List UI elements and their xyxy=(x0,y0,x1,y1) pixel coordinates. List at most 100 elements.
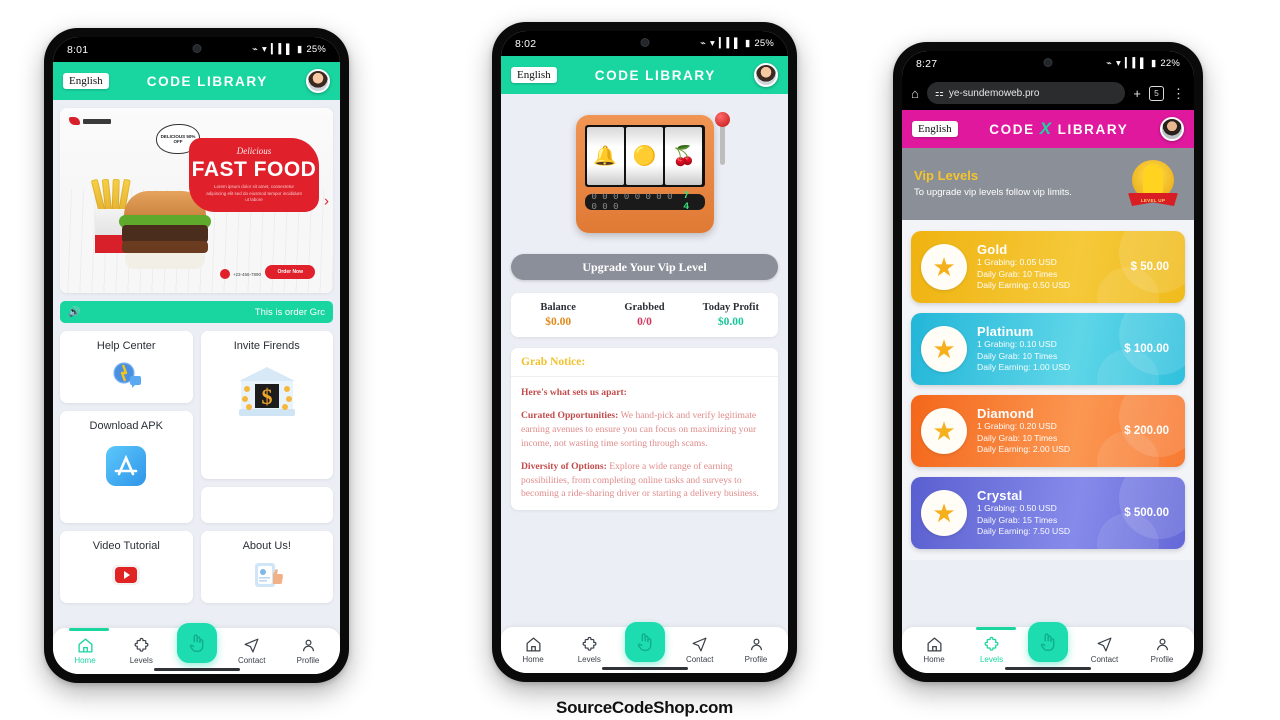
slot-counter: 0 0 0 0 0 0 0 0 0 0 0 7 4 xyxy=(584,191,705,213)
chevron-right-icon[interactable]: › xyxy=(324,192,329,209)
nav-item-home[interactable]: Home xyxy=(913,636,955,664)
slot-reels: 🔔 🟡 🍒 xyxy=(584,125,705,187)
more-vertical-icon[interactable]: ⋮ xyxy=(1172,87,1185,100)
address-bar[interactable]: ⚏ ye-sundemoweb.pro xyxy=(926,82,1126,104)
vip-level-card-gold[interactable]: ★ Gold 1 Grabing: 0.05 USD Daily Grab: 1… xyxy=(911,231,1185,303)
vip-level-card-diamond[interactable]: ★ Diamond 1 Grabing: 0.20 USD Daily Grab… xyxy=(911,395,1185,467)
status-indicators: ⌁ ▾ ▎▍▌ ▮ 25% xyxy=(700,38,774,49)
brand-text-right: LIBRARY xyxy=(197,73,268,89)
send-icon xyxy=(691,636,708,653)
puzzle-icon xyxy=(983,636,1000,653)
app-header: English CODE LIBRARY xyxy=(501,56,788,94)
phone-2-screen: 8:02 ⌁ ▾ ▎▍▌ ▮ 25% English CODE LIBRARY xyxy=(501,31,788,673)
nav-label: Profile xyxy=(1150,655,1174,664)
bluetooth-icon: ⌁ xyxy=(252,44,259,55)
stat-label: Today Profit xyxy=(702,302,759,313)
upgrade-vip-button[interactable]: Upgrade Your Vip Level xyxy=(511,254,778,280)
avatar[interactable] xyxy=(305,69,330,93)
appstore-icon xyxy=(98,438,154,494)
vip-hero: Vip Levels To upgrade vip levels follow … xyxy=(902,148,1194,220)
vip-level-card-platinum[interactable]: ★ Platinum 1 Grabing: 0.10 USD Daily Gra… xyxy=(911,313,1185,385)
plus-icon[interactable]: + xyxy=(1133,87,1141,100)
vip-grabbing: 1 Grabing: 0.10 USD xyxy=(977,338,1057,349)
phone-device-2: 8:02 ⌁ ▾ ▎▍▌ ▮ 25% English CODE LIBRARY xyxy=(487,17,802,687)
youtube-icon xyxy=(109,558,143,592)
about-card-icon xyxy=(250,558,284,592)
vip-daily-earning: Daily Earning: 7.50 USD xyxy=(977,526,1071,537)
tile-label: Invite Firends xyxy=(233,340,300,352)
stat-value: $0.00 xyxy=(545,316,572,328)
home-indicator xyxy=(153,667,240,671)
tile-video-tutorial[interactable]: Video Tutorial xyxy=(60,531,193,603)
status-bar: 8:01 ⌁ ▾ ▎▍▌ ▮ 25% xyxy=(53,37,340,62)
camera-notch xyxy=(1043,58,1053,67)
grab-fab-button[interactable] xyxy=(624,622,665,662)
wifi-icon: ▾ xyxy=(262,44,267,55)
vip-levels-list: ★ Gold 1 Grabing: 0.05 USD Daily Grab: 1… xyxy=(902,220,1194,560)
nav-item-contact[interactable]: Contact xyxy=(231,637,273,665)
notice-paragraph: Diversity of Options: Explore a wide ran… xyxy=(521,460,759,500)
nav-item-home[interactable]: Home xyxy=(64,637,106,665)
status-bar: 8:02 ⌁ ▾ ▎▍▌ ▮ 25% xyxy=(501,31,788,56)
nav-item-home[interactable]: Home xyxy=(512,636,554,664)
bottom-navigation: Home Levels Contact Profile xyxy=(501,622,788,673)
tile-about-us[interactable]: About Us! xyxy=(200,531,333,603)
slot-machine-area: 🔔 🟡 🍒 0 0 0 0 0 0 0 0 0 0 0 7 4 xyxy=(501,94,788,254)
speaker-icon: 🔊 xyxy=(68,306,81,318)
quick-links-column-right: Invite Firends $ About Us! xyxy=(200,331,333,603)
bluetooth-icon: ⌁ xyxy=(1106,58,1113,69)
nav-label: Profile xyxy=(744,655,768,664)
notice-paragraph: Curated Opportunities: We hand-pick and … xyxy=(521,409,757,449)
status-bar: 8:27 ⌁ ▾ ▎▍▌ ▮ 22% xyxy=(902,51,1194,76)
battery-percent: 25% xyxy=(754,38,774,49)
nav-label: Levels xyxy=(577,655,601,664)
banner-phone: +23-456-7890 xyxy=(219,269,261,279)
home-indicator xyxy=(1005,666,1091,670)
tile-download-apk[interactable]: Download APK xyxy=(60,411,193,523)
nav-item-contact[interactable]: Contact xyxy=(679,636,721,664)
tab-count-button[interactable]: 5 xyxy=(1149,85,1164,101)
vip-level-name: Gold xyxy=(977,241,1008,257)
vip-card-info: Crystal 1 Grabing: 0.50 USD Daily Grab: … xyxy=(977,488,1108,539)
bottom-navigation: Home Levels Contact Profile xyxy=(53,623,340,674)
app-brand: CODE LIBRARY xyxy=(147,74,268,89)
stats-card: Balance $0.00 Grabbed 0/0 Today Profit $… xyxy=(511,293,778,337)
tile-invite-friends[interactable]: Invite Firends $ xyxy=(200,331,333,479)
language-selector[interactable]: English xyxy=(63,73,109,89)
announcement-marquee: 🔊 This is order Grc xyxy=(60,301,333,323)
nav-item-levels[interactable]: Levels xyxy=(120,637,162,665)
vip-daily-grab: Daily Grab: 10 Times xyxy=(977,432,1058,443)
nav-item-contact[interactable]: Contact xyxy=(1084,636,1126,664)
nav-item-levels[interactable]: Levels xyxy=(568,636,610,664)
slot-reel: 🍒 xyxy=(665,127,703,185)
slot-machine[interactable]: 🔔 🟡 🍒 0 0 0 0 0 0 0 0 0 0 0 7 4 xyxy=(575,112,730,233)
nav-item-profile[interactable]: Profile xyxy=(735,636,777,664)
slot-lever-icon[interactable] xyxy=(714,112,730,165)
grab-fab-button[interactable] xyxy=(1028,622,1068,662)
avatar[interactable] xyxy=(753,63,778,87)
nav-item-levels[interactable]: Levels xyxy=(971,636,1013,664)
nav-item-profile[interactable]: Profile xyxy=(1141,636,1183,664)
vip-daily-earning: Daily Earning: 2.00 USD xyxy=(977,444,1071,455)
language-selector[interactable]: English xyxy=(912,121,958,137)
site-settings-icon[interactable]: ⚏ xyxy=(935,88,944,99)
vip-card-info: Diamond 1 Grabing: 0.20 USD Daily Grab: … xyxy=(977,406,1108,457)
nav-item-profile[interactable]: Profile xyxy=(287,637,329,665)
tile-help-center[interactable]: Help Center xyxy=(60,331,193,403)
avatar[interactable] xyxy=(1160,117,1184,141)
url-text: ye-sundemoweb.pro xyxy=(948,87,1040,99)
stat-grabbed: Grabbed 0/0 xyxy=(601,302,687,328)
vip-level-card-crystal[interactable]: ★ Crystal 1 Grabing: 0.50 USD Daily Grab… xyxy=(911,477,1185,549)
brand-x-mark: X xyxy=(1039,119,1053,138)
language-selector[interactable]: English xyxy=(511,67,557,83)
page-title: Vip Levels xyxy=(914,168,979,183)
battery-icon: ▮ xyxy=(1150,58,1157,69)
promo-banner[interactable]: DELICIOUS 50% OFF Delicious FAST FOOD Lo… xyxy=(60,108,333,293)
vip-grabbing: 1 Grabing: 0.50 USD xyxy=(977,502,1057,513)
home-icon[interactable]: ⌂ xyxy=(911,87,919,100)
grab-fab-button[interactable] xyxy=(176,623,217,663)
stat-today-profit: Today Profit $0.00 xyxy=(688,302,774,328)
banner-cta-button[interactable]: Order Now xyxy=(265,265,315,279)
nav-label: Home xyxy=(522,655,544,664)
hand-tap-icon xyxy=(186,632,208,654)
